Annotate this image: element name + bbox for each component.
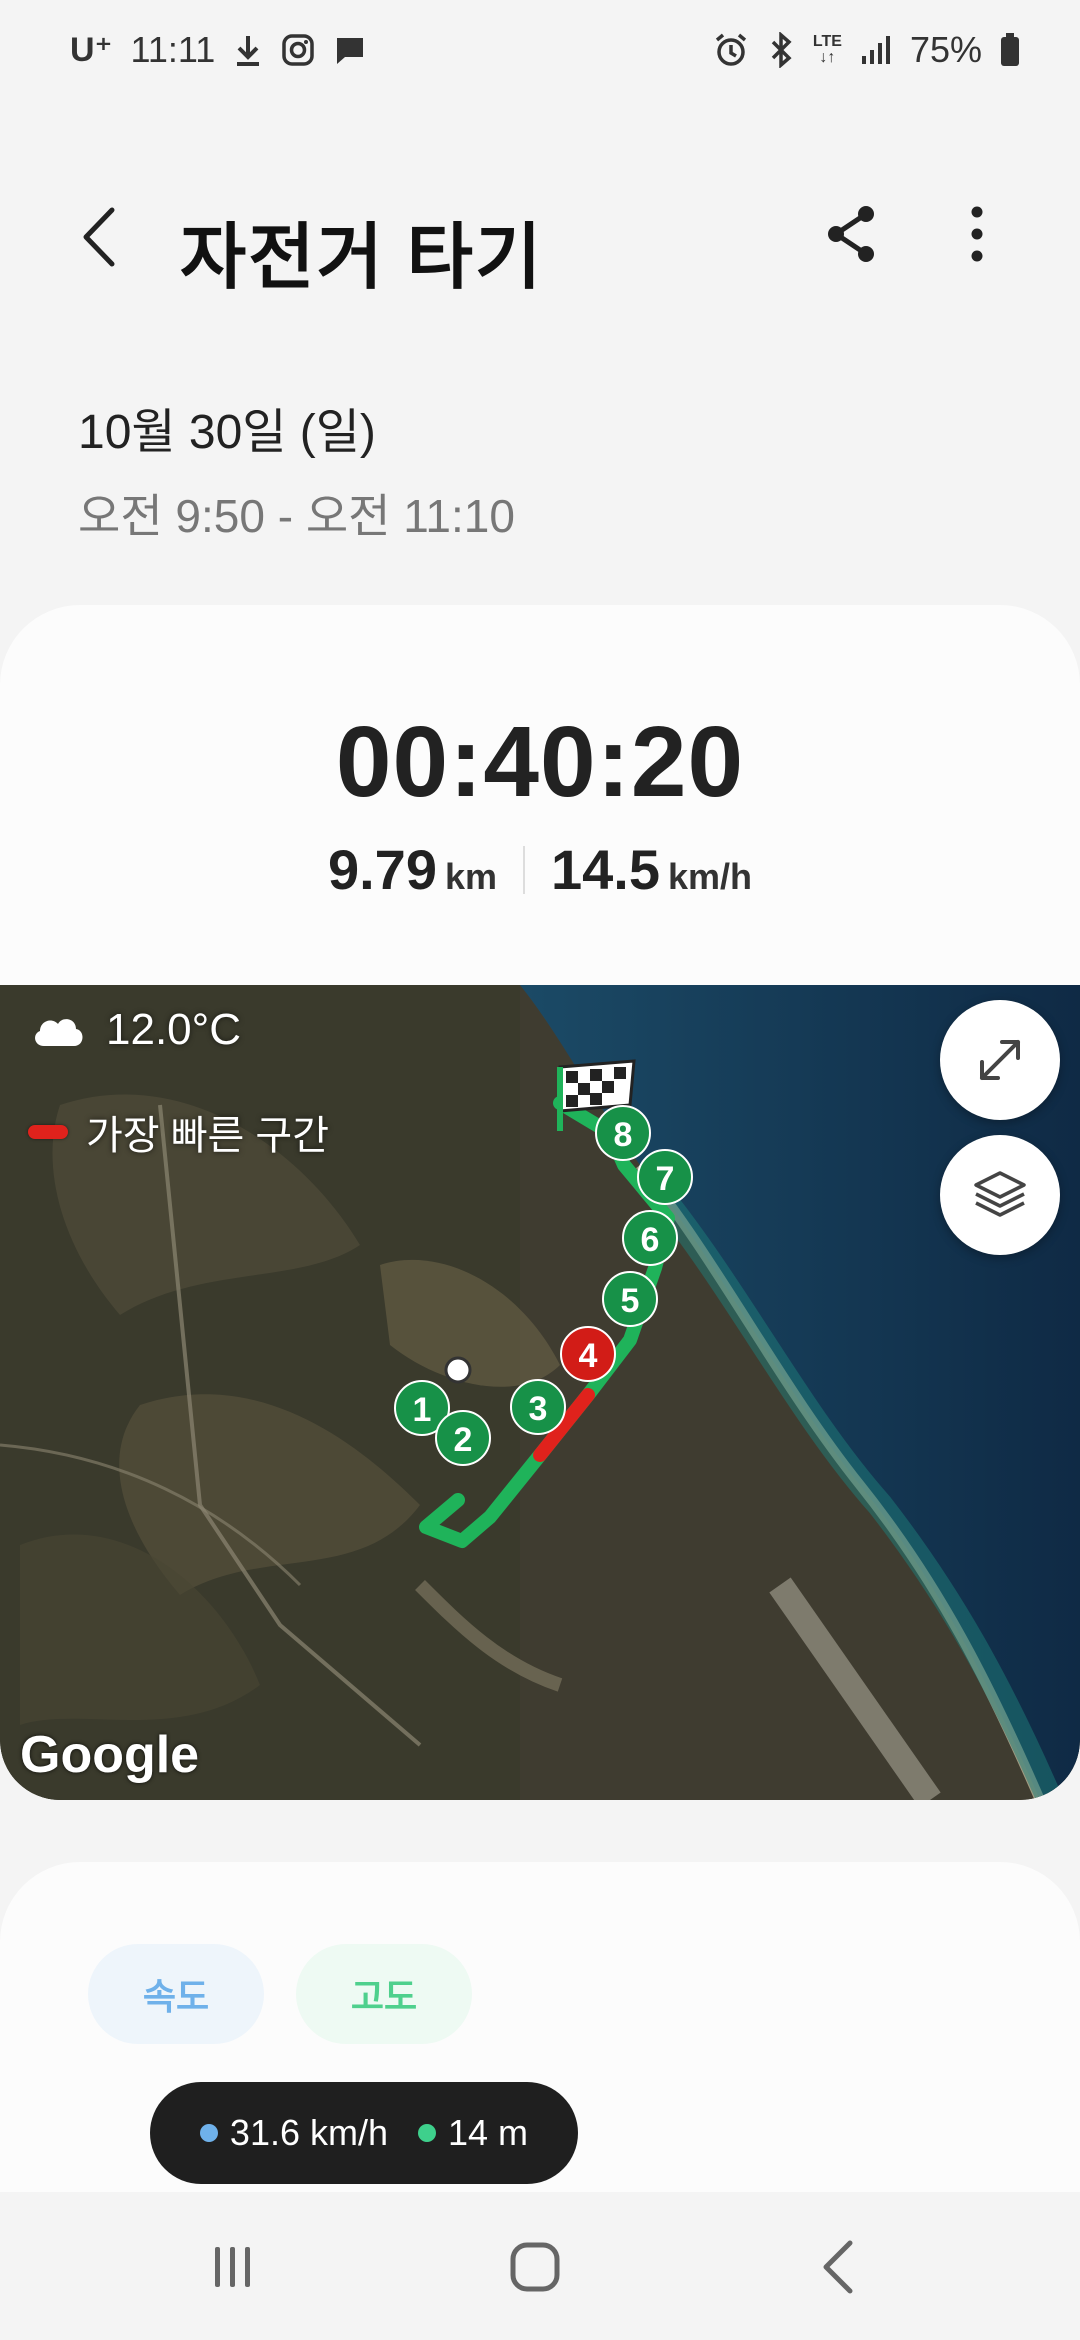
workout-duration: 00:40:20 (335, 706, 745, 818)
tooltip-speed-value: 31.6 km/h (229, 2112, 389, 2153)
more-options-button[interactable] (955, 202, 999, 266)
home-button[interactable] (495, 2232, 575, 2302)
lte-icon: LTE ↓↑ (812, 33, 842, 66)
session-date: 10월 30일 (일) (78, 406, 376, 459)
session-date-block: 10월 30일 (일) 오전 9:50 - 오전 11:10 (78, 392, 515, 546)
svg-text:5: 5 (621, 1282, 640, 1320)
battery-percent: 75% (909, 29, 982, 70)
svg-text:3: 3 (529, 1390, 548, 1428)
share-button[interactable] (822, 202, 882, 266)
tooltip-altitude-value: 14 m (448, 2112, 529, 2153)
layers-icon (974, 1171, 1026, 1217)
tooltip-altitude: 14 m (418, 2112, 528, 2154)
route-marker-4[interactable]: 4 (560, 1326, 616, 1382)
altitude-chart-tab[interactable]: 고도 (296, 1944, 472, 2044)
svg-text:4: 4 (579, 1337, 598, 1375)
expand-icon (980, 1040, 1020, 1080)
legend-label: 가장 빠른 구간 (86, 1114, 330, 1158)
status-bar: U⁺ 11:11 LTE ↓↑ 75% (0, 0, 1080, 100)
fastest-section-swatch (28, 1125, 68, 1139)
carrier-label: U⁺ (70, 31, 113, 69)
temperature: 12.0°C (106, 1005, 242, 1054)
speed-value: 14.5 (551, 838, 660, 901)
battery-icon (1000, 33, 1020, 67)
back-arrow-icon (823, 2240, 853, 2294)
expand-map-button[interactable] (940, 1000, 1060, 1120)
summary-card: 00:40:20 9.79 km 14.5 km/h 1 2 3 4 5 6 7… (0, 605, 1080, 1800)
system-nav-bar (0, 2192, 1080, 2340)
svg-text:8: 8 (614, 1116, 633, 1154)
chart-tooltip: 31.6 km/h 14 m (150, 2082, 578, 2184)
map-legend: 가장 빠른 구간 (28, 1103, 329, 1161)
stat-divider (523, 845, 525, 894)
distance-unit: km (444, 856, 497, 897)
instagram-icon (281, 33, 315, 67)
svg-text:6: 6 (641, 1221, 660, 1259)
map-layers-button[interactable] (940, 1135, 1060, 1255)
app-header: 자전거 타기 (0, 180, 1080, 298)
recent-apps-icon (215, 2247, 250, 2287)
share-icon (828, 206, 874, 262)
page-title: 자전거 타기 (180, 218, 544, 298)
route-marker-6[interactable]: 6 (622, 1210, 678, 1266)
weather-info: 12.0°C (30, 1005, 241, 1055)
route-marker-5[interactable]: 5 (602, 1271, 658, 1327)
route-marker-3[interactable]: 3 (510, 1379, 566, 1435)
system-back-button[interactable] (800, 2232, 880, 2302)
signal-icon (860, 34, 892, 66)
more-vertical-icon (971, 206, 983, 262)
session-time-range: 오전 9:50 - 오전 11:10 (78, 490, 515, 542)
bluetooth-icon (767, 32, 795, 68)
google-attribution: Google (20, 1726, 200, 1784)
message-icon (333, 33, 367, 67)
distance-stat: 9.79 km (328, 837, 497, 902)
altitude-dot (418, 2124, 437, 2142)
route-marker-7[interactable]: 7 (637, 1149, 693, 1205)
route-marker-2[interactable]: 2 (435, 1410, 491, 1466)
svg-text:1: 1 (413, 1391, 432, 1429)
chevron-left-icon (83, 207, 115, 267)
route-marker-8[interactable]: 8 (595, 1105, 651, 1161)
tooltip-speed: 31.6 km/h (199, 2112, 389, 2154)
speed-chart-tab[interactable]: 속도 (88, 1944, 264, 2044)
cloud-icon (35, 1019, 83, 1046)
clock: 11:11 (130, 29, 216, 70)
chart-card: 속도 고도 31.6 km/h 14 m (0, 1862, 1080, 2192)
svg-text:7: 7 (656, 1160, 675, 1198)
recent-apps-button[interactable] (193, 2232, 273, 2302)
home-icon (510, 2242, 560, 2292)
route-map[interactable]: 1 2 3 4 5 6 7 8 12.0°C 가장 빠른 구간 Google (0, 985, 1080, 1800)
speed-unit: km/h (668, 856, 753, 897)
stats-row: 9.79 km 14.5 km/h (0, 837, 1080, 902)
download-icon (233, 32, 263, 68)
speed-dot (199, 2124, 218, 2142)
speed-stat: 14.5 km/h (551, 837, 752, 902)
back-button[interactable] (72, 202, 132, 272)
svg-text:2: 2 (454, 1421, 473, 1459)
alarm-icon (713, 32, 749, 68)
distance-value: 9.79 (327, 838, 437, 901)
